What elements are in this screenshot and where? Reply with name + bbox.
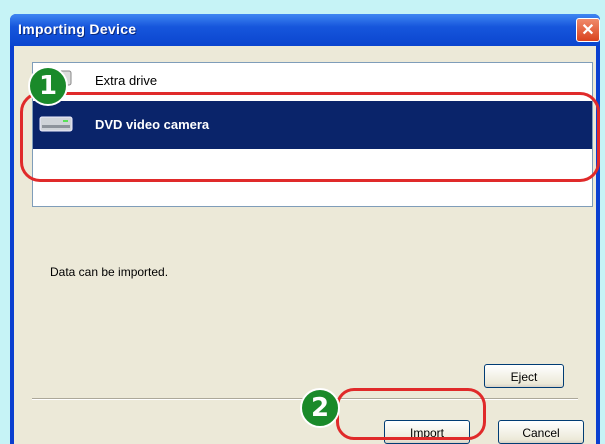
title-bar[interactable]: Importing Device ✕ xyxy=(10,14,600,46)
cancel-button[interactable]: Cancel xyxy=(498,420,584,444)
step2-highlight xyxy=(336,388,486,440)
list-item-label: Extra drive xyxy=(95,73,158,88)
importing-device-dialog: Importing Device ✕ Extra drive DVD video… xyxy=(10,14,600,444)
step-badge-2: 2 xyxy=(300,388,340,428)
eject-button[interactable]: Eject xyxy=(484,364,564,388)
step-number: 2 xyxy=(310,393,330,423)
dialog-title: Importing Device xyxy=(18,21,137,37)
status-message: Data can be imported. xyxy=(50,265,169,279)
close-button[interactable]: ✕ xyxy=(576,18,600,42)
step1-highlight xyxy=(20,92,600,182)
step-badge-1: 1 xyxy=(28,66,68,106)
step-number: 1 xyxy=(38,71,58,101)
close-icon: ✕ xyxy=(581,22,595,39)
